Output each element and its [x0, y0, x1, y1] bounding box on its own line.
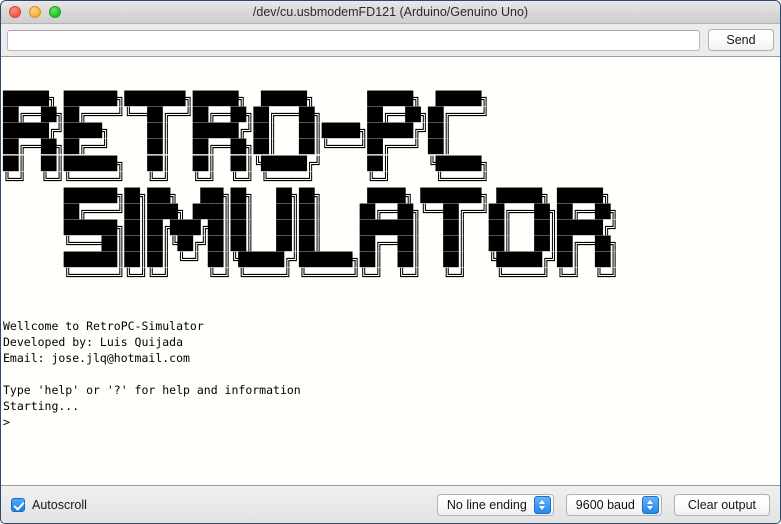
command-input[interactable]	[7, 29, 700, 51]
serial-output-panel[interactable]: ██████╗ ███████╗████████╗██████╗ ██████╗…	[1, 56, 780, 486]
minimize-button[interactable]	[29, 6, 41, 18]
console-log: Wellcome to RetroPC-Simulator Developed …	[3, 318, 301, 430]
send-row: Send	[1, 24, 780, 56]
chevron-updown-icon[interactable]	[641, 495, 659, 514]
console-text: ██████╗ ███████╗████████╗██████╗ ██████╗…	[1, 57, 780, 462]
autoscroll-label: Autoscroll	[32, 497, 87, 512]
close-button[interactable]	[9, 6, 21, 18]
window-controls	[9, 6, 61, 18]
bottom-toolbar: Autoscroll No line ending 9600 baud Clea…	[1, 486, 780, 523]
baud-rate-value: 9600 baud	[575, 497, 635, 512]
line-ending-value: No line ending	[446, 497, 527, 512]
chevron-updown-icon[interactable]	[533, 495, 551, 514]
maximize-button[interactable]	[49, 6, 61, 18]
autoscroll-toggle[interactable]: Autoscroll	[11, 497, 87, 512]
baud-rate-select[interactable]: 9600 baud	[565, 493, 662, 516]
window-title: /dev/cu.usbmodemFD121 (Arduino/Genuino U…	[252, 5, 529, 19]
autoscroll-checkbox[interactable]	[11, 497, 25, 512]
title-bar[interactable]: /dev/cu.usbmodemFD121 (Arduino/Genuino U…	[1, 1, 780, 24]
line-ending-select[interactable]: No line ending	[436, 493, 554, 516]
serial-monitor-window: /dev/cu.usbmodemFD121 (Arduino/Genuino U…	[0, 0, 781, 524]
ascii-banner: ██████╗ ███████╗████████╗██████╗ ██████╗…	[3, 92, 618, 285]
clear-output-button[interactable]: Clear output	[673, 493, 770, 516]
send-button[interactable]: Send	[708, 29, 774, 51]
